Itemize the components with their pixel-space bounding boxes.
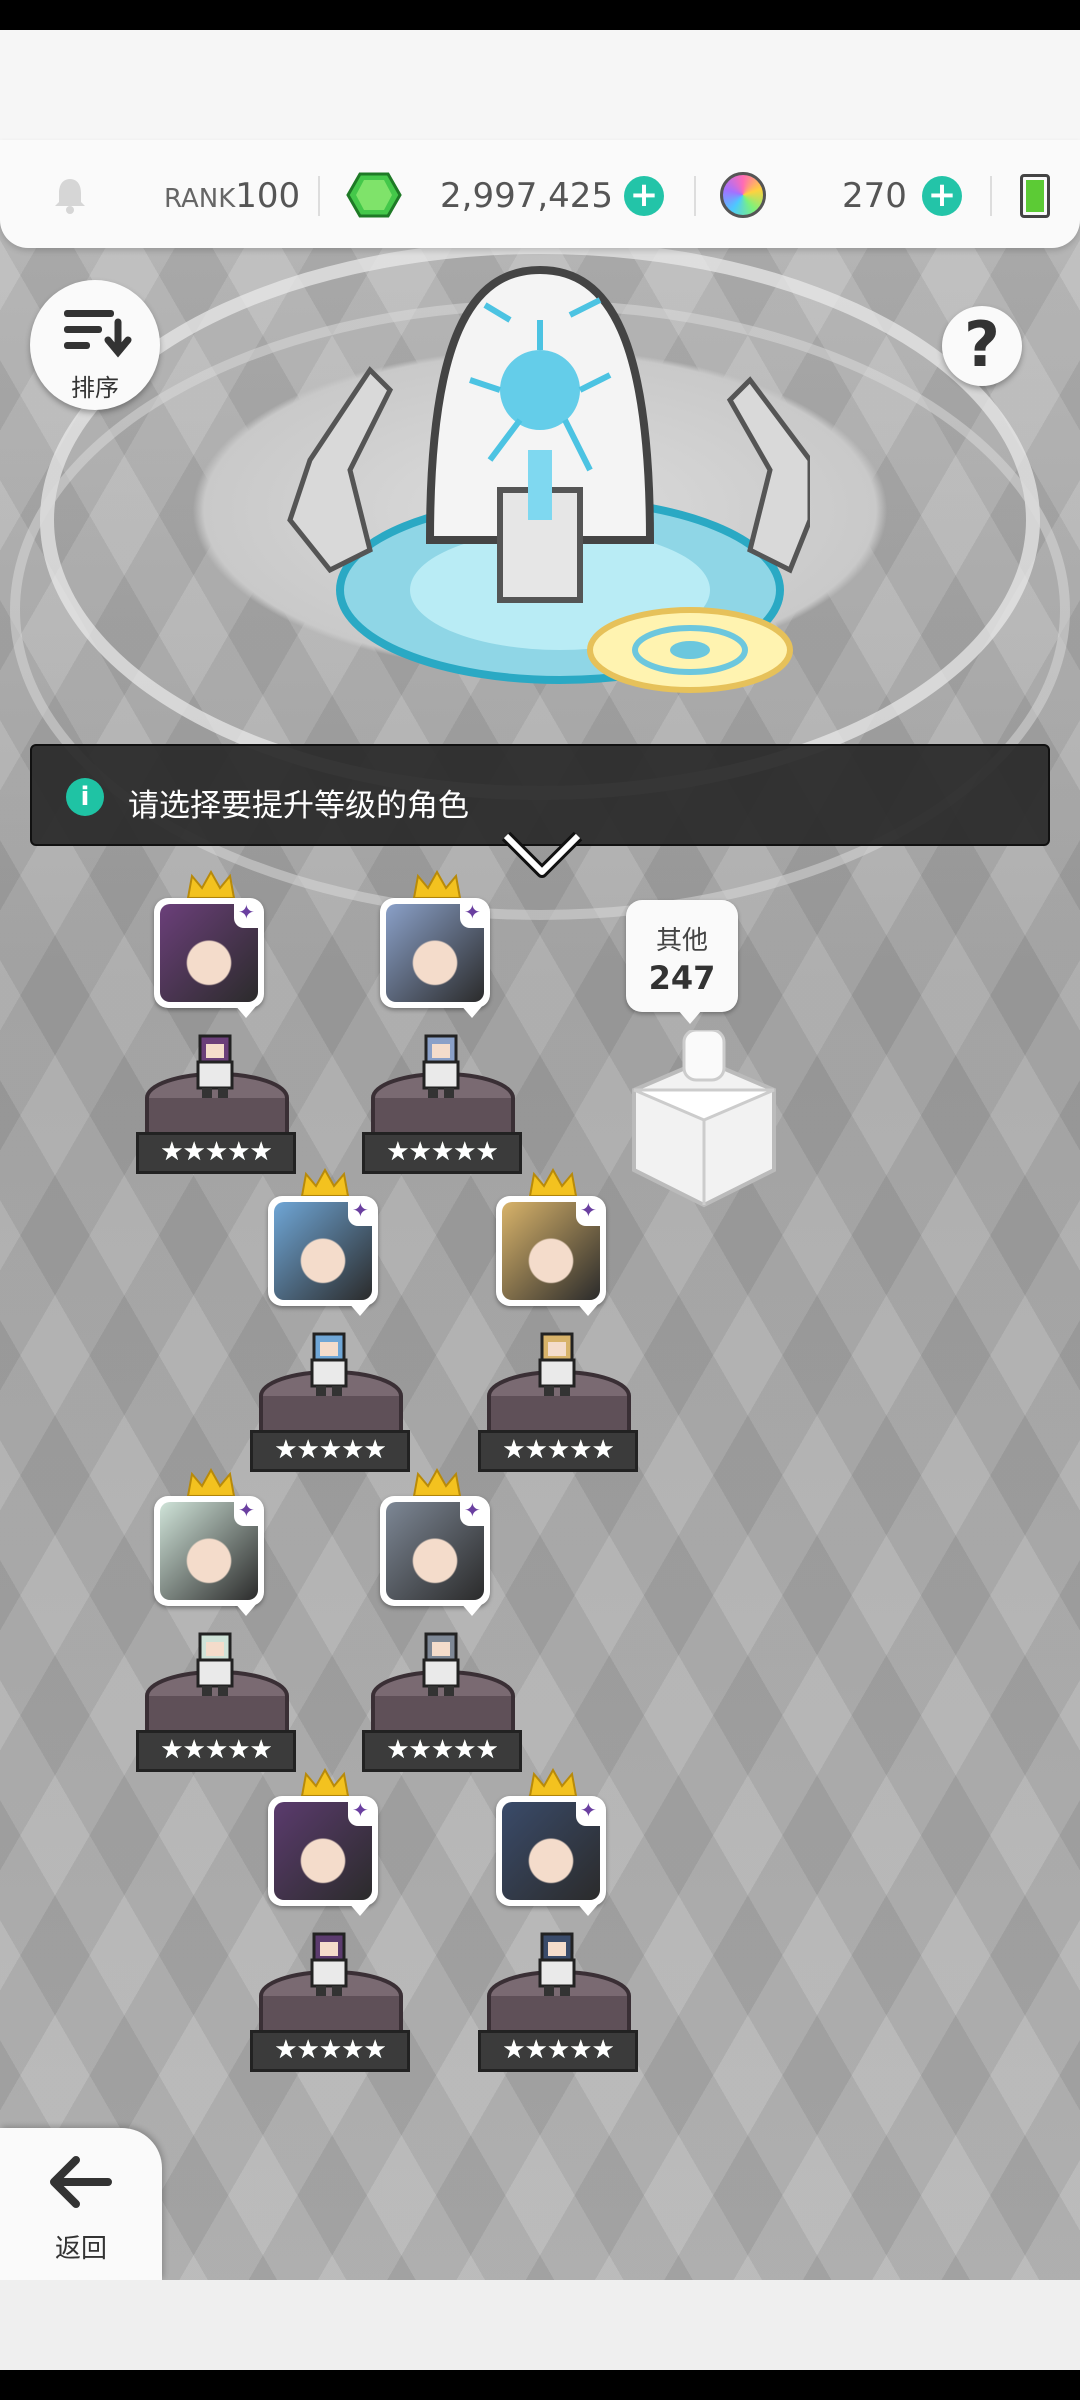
- divider: [694, 176, 696, 216]
- stars-text: ★★★★★: [386, 1735, 499, 1765]
- character-portrait[interactable]: [496, 1796, 606, 1916]
- sort-icon: [64, 310, 132, 358]
- character-sprite: [538, 1932, 576, 1996]
- character-portrait[interactable]: [154, 1496, 264, 1616]
- info-icon: i: [66, 778, 104, 816]
- character-slot[interactable]: ★★★★★: [362, 1468, 522, 1798]
- stars-text: ★★★★★: [386, 1137, 499, 1167]
- character-sprite: [310, 1332, 348, 1396]
- crown-icon: [300, 1168, 350, 1197]
- stars-text: ★★★★★: [502, 2035, 615, 2065]
- others-label: 其他: [655, 926, 708, 956]
- character-portrait[interactable]: [268, 1196, 378, 1316]
- crown-icon: [412, 870, 462, 899]
- divider: [990, 176, 992, 216]
- character-portrait[interactable]: [380, 898, 490, 1018]
- character-slot[interactable]: ★★★★★: [136, 1468, 296, 1798]
- crown-icon: [186, 870, 236, 899]
- sort-button[interactable]: 排序: [30, 280, 160, 410]
- character-sprite: [422, 1034, 460, 1098]
- sparkle-icon: [348, 1798, 374, 1826]
- star-rating: ★★★★★: [250, 2030, 410, 2072]
- status-bar: [0, 0, 1080, 30]
- crown-icon: [528, 1768, 578, 1797]
- character-slot[interactable]: ★★★★★: [478, 1768, 638, 2098]
- sparkle-icon: [234, 1498, 260, 1526]
- character-slot[interactable]: ★★★★★: [362, 870, 522, 1200]
- character-sprite: [538, 1332, 576, 1396]
- back-button[interactable]: 返回: [0, 2128, 162, 2280]
- character-portrait[interactable]: [380, 1496, 490, 1616]
- star-rating: ★★★★★: [362, 1730, 522, 1772]
- rank-prefix: RANK: [164, 184, 236, 214]
- others-slot[interactable]: 其他 247: [604, 900, 804, 1220]
- arrow-left-icon: [50, 2156, 112, 2208]
- top-blank-area: [0, 30, 1080, 140]
- rank-value: 100: [235, 176, 301, 216]
- orb-icon: [720, 172, 766, 218]
- back-label: 返回: [54, 2234, 107, 2264]
- battery-icon: [1020, 174, 1050, 218]
- bottom-bar: [0, 2280, 1080, 2370]
- sparkle-icon: [234, 900, 260, 928]
- star-rating: ★★★★★: [478, 2030, 638, 2072]
- others-pedestal-icon: [632, 1030, 776, 1208]
- add-orbs-button[interactable]: +: [922, 176, 962, 216]
- crown-icon: [528, 1168, 578, 1197]
- add-gems-button[interactable]: +: [624, 176, 664, 216]
- bell-icon[interactable]: [52, 176, 88, 214]
- crown-icon: [412, 1468, 462, 1497]
- rank-display: RANK100: [164, 176, 300, 216]
- character-slot[interactable]: ★★★★★: [250, 1168, 410, 1498]
- stars-text: ★★★★★: [274, 1435, 387, 1465]
- character-sprite: [196, 1632, 234, 1696]
- crown-icon: [300, 1768, 350, 1797]
- divider: [318, 176, 320, 216]
- stars-text: ★★★★★: [502, 1435, 615, 1465]
- sparkle-icon: [576, 1198, 602, 1226]
- sparkle-icon: [348, 1198, 374, 1226]
- sparkle-icon: [460, 900, 486, 928]
- star-rating: ★★★★★: [478, 1430, 638, 1472]
- others-count: 247: [648, 959, 716, 997]
- stars-text: ★★★★★: [160, 1735, 273, 1765]
- navigation-bar: [0, 2370, 1080, 2400]
- level-up-machine: [287, 265, 810, 693]
- orb-count: 270: [842, 176, 907, 216]
- star-rating: ★★★★★: [136, 1730, 296, 1772]
- gem-icon: [346, 172, 402, 218]
- character-sprite: [196, 1034, 234, 1098]
- character-portrait[interactable]: [154, 898, 264, 1018]
- resource-bar: RANK100 2,997,425 + 270 +: [0, 140, 1080, 248]
- character-slot[interactable]: ★★★★★: [136, 870, 296, 1200]
- sparkle-icon: [576, 1798, 602, 1826]
- sort-label: 排序: [71, 374, 119, 402]
- character-sprite: [422, 1632, 460, 1696]
- character-slot[interactable]: ★★★★★: [250, 1768, 410, 2098]
- character-portrait[interactable]: [496, 1196, 606, 1316]
- character-sprite: [310, 1932, 348, 1996]
- sparkle-icon: [460, 1498, 486, 1526]
- instruction-text: 请选择要提升等级的角色: [128, 788, 469, 824]
- stars-text: ★★★★★: [274, 2035, 387, 2065]
- help-button[interactable]: ?: [942, 306, 1022, 386]
- crown-icon: [186, 1468, 236, 1497]
- stars-text: ★★★★★: [160, 1137, 273, 1167]
- gem-count: 2,997,425: [440, 176, 614, 216]
- others-bubble: 其他 247: [626, 900, 738, 1024]
- character-portrait[interactable]: [268, 1796, 378, 1916]
- star-rating: ★★★★★: [250, 1430, 410, 1472]
